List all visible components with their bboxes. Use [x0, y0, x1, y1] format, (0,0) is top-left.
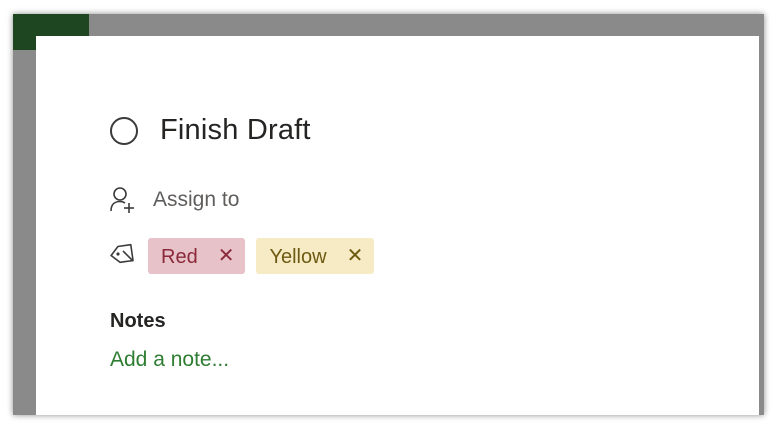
label-chip-red[interactable]: Red ✕ [148, 238, 246, 274]
label-chip-text: Yellow [269, 246, 327, 268]
label-chip-yellow[interactable]: Yellow ✕ [256, 238, 375, 274]
remove-label-red-icon[interactable]: ✕ [218, 246, 235, 266]
notes-heading: Notes [110, 310, 166, 332]
remove-label-yellow-icon[interactable]: ✕ [347, 246, 364, 266]
person-add-icon [110, 186, 136, 214]
task-details-panel: Finish Draft Assign to Red ✕ Yellow ✕ No… [36, 36, 759, 415]
assign-to-label: Assign to [153, 188, 240, 211]
tag-icon [108, 243, 136, 270]
task-title-row[interactable]: Finish Draft [110, 114, 311, 147]
task-title[interactable]: Finish Draft [160, 114, 311, 147]
screenshot-frame: Finish Draft Assign to Red ✕ Yellow ✕ No… [0, 0, 775, 428]
label-chip-text: Red [161, 246, 198, 268]
complete-task-checkbox[interactable] [110, 116, 138, 145]
assign-to-button[interactable]: Assign to [110, 186, 239, 214]
add-note-input[interactable]: Add a note... [110, 348, 229, 372]
labels-row: Red ✕ Yellow ✕ [108, 238, 385, 274]
